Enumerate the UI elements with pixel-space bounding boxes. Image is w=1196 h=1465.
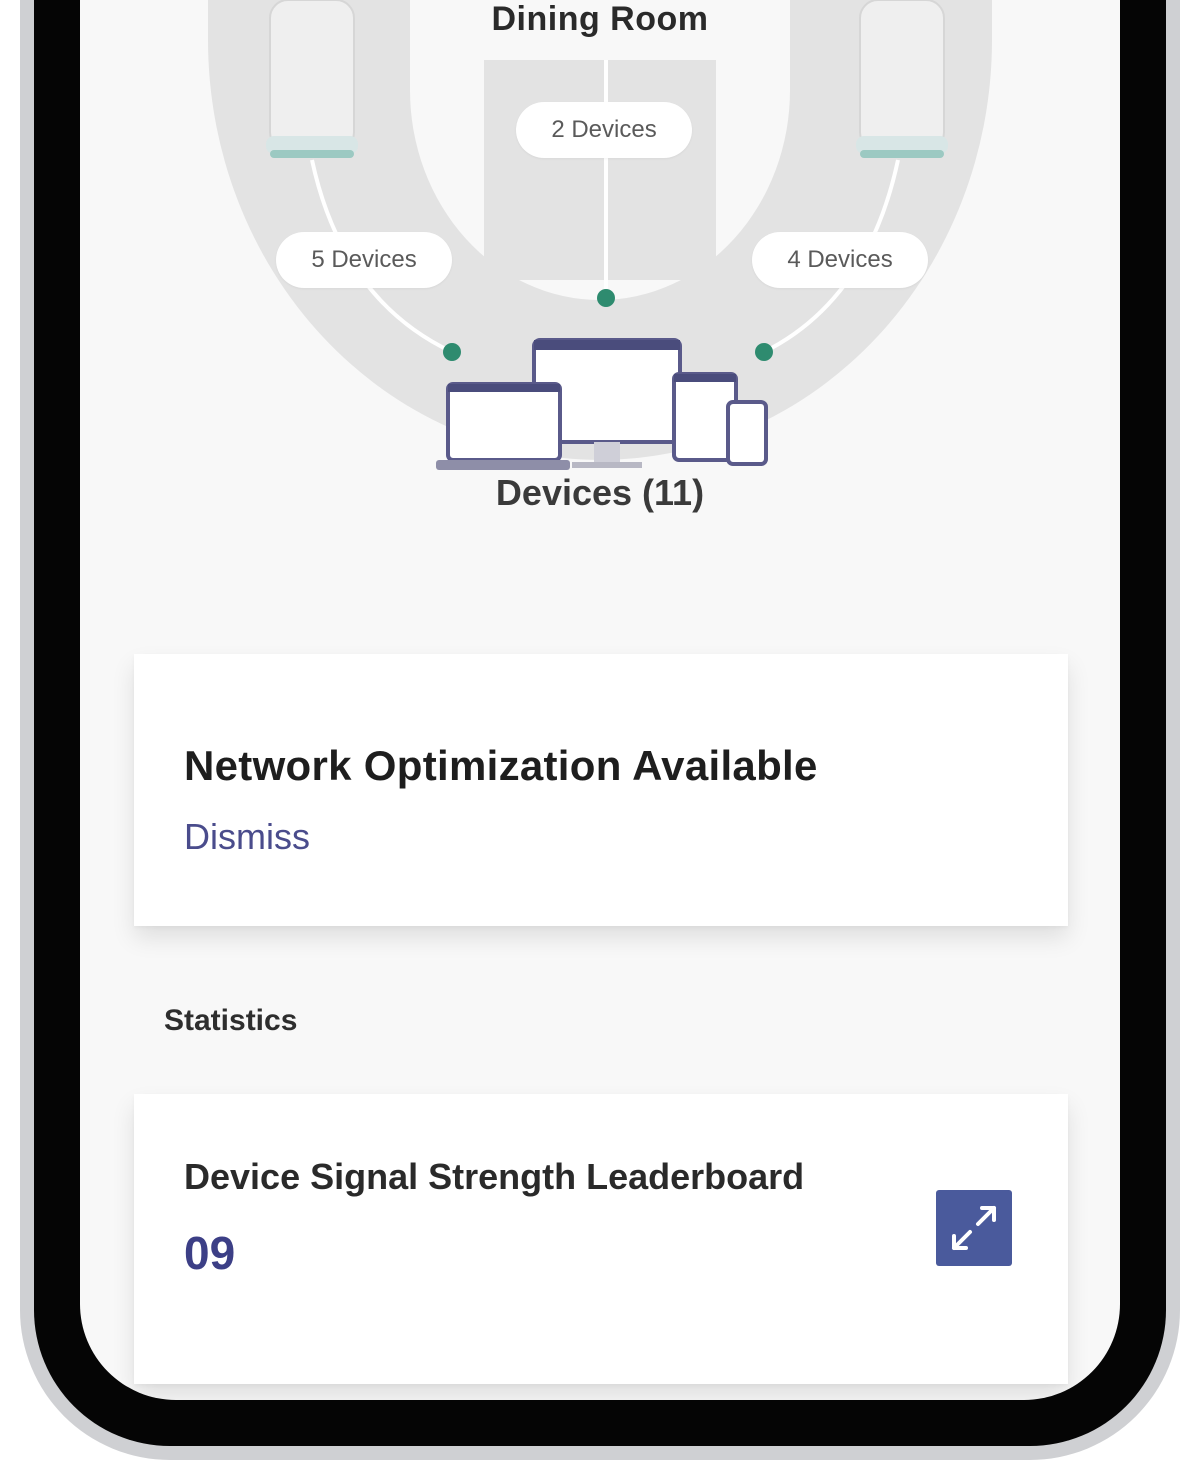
right-node-device-count[interactable]: 4 Devices	[752, 232, 928, 288]
expand-button[interactable]	[936, 1190, 1012, 1266]
phone-screen: Dining Room 2 Devices 5 Devices 4 Device…	[80, 0, 1120, 1400]
node-dot-right	[755, 343, 773, 361]
node-dot-left	[443, 343, 461, 361]
dismiss-link[interactable]: Dismiss	[184, 816, 310, 858]
mesh-router-left-icon	[266, 0, 358, 158]
app-screenshot: Dining Room 2 Devices 5 Devices 4 Device…	[0, 0, 1196, 1465]
optimization-title: Network Optimization Available	[184, 742, 818, 789]
statistics-section-label: Statistics	[164, 1004, 298, 1037]
left-node-device-count[interactable]: 5 Devices	[276, 232, 452, 288]
center-node-device-count[interactable]: 2 Devices	[516, 102, 692, 158]
network-topology-diagram: Dining Room 2 Devices 5 Devices 4 Device…	[80, 0, 1120, 560]
leaderboard-title: Device Signal Strength Leaderboard	[184, 1156, 805, 1197]
devices-total-label[interactable]: Devices (11)	[450, 472, 750, 514]
mesh-router-right-icon	[856, 0, 948, 158]
leaderboard-value: 09	[184, 1227, 236, 1279]
signal-leaderboard-card[interactable]: Device Signal Strength Leaderboard 09	[134, 1094, 1068, 1384]
room-title: Dining Room	[491, 0, 709, 38]
expand-arrows-icon	[952, 1206, 996, 1250]
node-dot-center	[597, 289, 615, 307]
network-optimization-card[interactable]: Network Optimization Available Dismiss	[134, 654, 1068, 926]
